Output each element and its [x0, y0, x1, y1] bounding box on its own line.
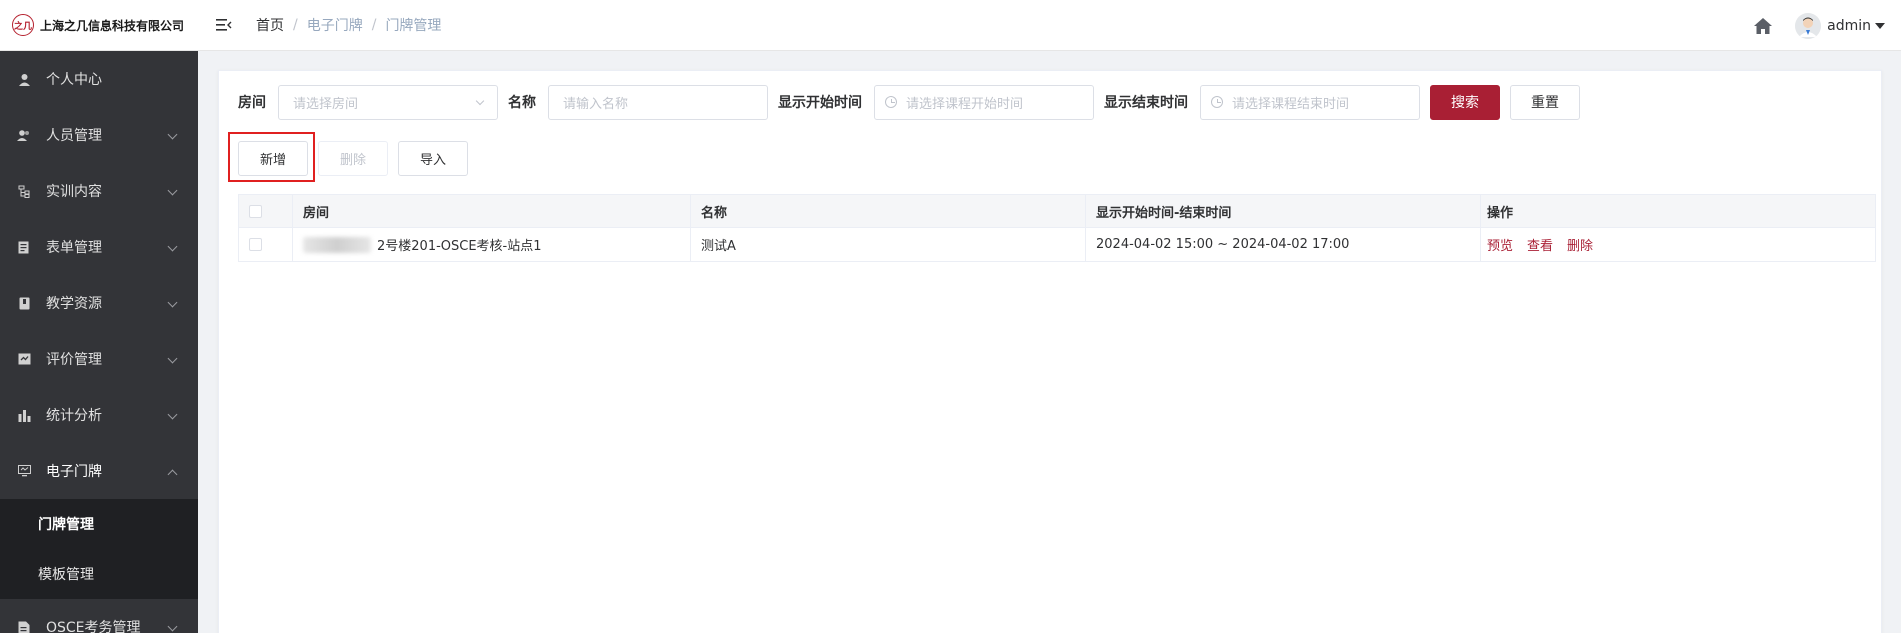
main-content: 房间 请选择房间 名称 请输入名称 显示开始时间 请选择课程开始时间 显示结束时…	[198, 51, 1901, 633]
breadcrumb-separator: /	[293, 17, 298, 33]
breadcrumb-separator: /	[371, 17, 377, 33]
chevron-down-icon	[167, 409, 178, 420]
start-time-placeholder: 请选择课程开始时间	[906, 96, 1024, 112]
reset-button[interactable]: 重置	[1510, 84, 1580, 120]
sidebar-subitem-template-management[interactable]: 模板管理	[0, 549, 198, 599]
top-header: 之几 上海之几信息科技有限公司 首页 / 电子门牌 / 门牌管理 admin	[0, 0, 1901, 51]
header-right: admin	[1751, 0, 1885, 51]
chevron-down-icon	[167, 129, 178, 140]
evaluation-icon	[16, 351, 32, 367]
preview-link[interactable]: 预览	[1487, 235, 1513, 254]
book-icon	[16, 295, 32, 311]
sidebar: 个人中心 人员管理 实训内容 表单管理 教学资源 评价管理 统计分析 电子门牌 …	[0, 51, 198, 633]
chevron-down-icon[interactable]	[1875, 22, 1885, 29]
sidebar-item-label: 教学资源	[46, 296, 102, 312]
sidebar-item-evaluation[interactable]: 评价管理	[0, 331, 198, 387]
sidebar-item-statistics[interactable]: 统计分析	[0, 387, 198, 443]
column-header-time: 显示开始时间-结束时间	[1086, 195, 1481, 227]
clock-icon	[1211, 96, 1223, 108]
sidebar-item-label: 评价管理	[46, 352, 102, 368]
bar-chart-icon	[16, 407, 32, 423]
chevron-down-icon	[167, 241, 178, 252]
user-icon	[16, 71, 32, 87]
breadcrumb-current: 门牌管理	[385, 18, 442, 34]
redacted-text	[303, 236, 371, 253]
search-button[interactable]: 搜索	[1430, 84, 1500, 120]
delete-button[interactable]: 删除	[318, 141, 388, 176]
breadcrumb: 首页 / 电子门牌 / 门牌管理	[256, 15, 441, 35]
chevron-down-icon	[167, 621, 178, 632]
cell-name: 测试A	[691, 228, 1086, 261]
action-toolbar: 新增 删除 导入	[238, 141, 478, 176]
users-icon	[16, 127, 32, 143]
import-button[interactable]: 导入	[398, 141, 468, 176]
search-form: 房间 请选择房间 名称 请输入名称 显示开始时间 请选择课程开始时间 显示结束时…	[238, 84, 1580, 120]
menu-toggle-icon[interactable]	[214, 15, 234, 35]
chevron-up-icon	[167, 469, 178, 480]
add-button[interactable]: 新增	[238, 141, 308, 176]
chevron-down-icon	[167, 185, 178, 196]
doorplate-table: 房间 名称 显示开始时间-结束时间 操作 2号楼201-OSCE考核-站点1 测…	[238, 194, 1876, 262]
chevron-down-icon	[475, 96, 485, 105]
start-time-picker[interactable]: 请选择课程开始时间	[874, 84, 1094, 120]
sidebar-item-label: 人员管理	[46, 128, 102, 144]
header-checkbox-cell	[239, 195, 293, 227]
sidebar-subitem-doorplate-management[interactable]: 门牌管理	[0, 499, 198, 549]
cell-operations: 预览 查看 删除	[1481, 228, 1875, 261]
sidebar-item-personal-center[interactable]: 个人中心	[0, 51, 198, 107]
cell-room: 2号楼201-OSCE考核-站点1	[293, 228, 691, 261]
document-icon	[16, 619, 32, 633]
sidebar-item-forms[interactable]: 表单管理	[0, 219, 198, 275]
start-time-label: 显示开始时间	[778, 95, 862, 111]
end-time-picker[interactable]: 请选择课程结束时间	[1200, 84, 1420, 120]
sidebar-item-resources[interactable]: 教学资源	[0, 275, 198, 331]
sidebar-item-training[interactable]: 实训内容	[0, 163, 198, 219]
company-name: 上海之几信息科技有限公司	[40, 18, 185, 33]
tree-icon	[16, 183, 32, 199]
table-header: 房间 名称 显示开始时间-结束时间 操作	[239, 195, 1875, 228]
sidebar-item-label: 个人中心	[46, 72, 102, 88]
name-input[interactable]: 请输入名称	[548, 84, 768, 120]
row-checkbox[interactable]	[249, 238, 262, 251]
delete-link[interactable]: 删除	[1567, 235, 1593, 254]
username[interactable]: admin	[1827, 18, 1871, 34]
column-header-name: 名称	[691, 195, 1086, 227]
row-checkbox-cell	[239, 228, 293, 261]
room-placeholder: 请选择房间	[293, 96, 359, 112]
select-all-checkbox[interactable]	[249, 204, 262, 218]
sidebar-item-label: 实训内容	[46, 184, 102, 200]
sidebar-item-osce[interactable]: OSCE考务管理	[0, 599, 198, 633]
end-time-placeholder: 请选择课程结束时间	[1232, 96, 1350, 112]
sidebar-item-personnel[interactable]: 人员管理	[0, 107, 198, 163]
sidebar-item-e-doorplate[interactable]: 电子门牌	[0, 443, 198, 499]
column-header-room: 房间	[293, 195, 691, 227]
end-time-label: 显示结束时间	[1104, 95, 1188, 111]
breadcrumb-section: 电子门牌	[306, 18, 363, 34]
brand[interactable]: 之几 上海之几信息科技有限公司	[0, 0, 198, 51]
breadcrumb-home[interactable]: 首页	[256, 15, 284, 35]
room-label: 房间	[238, 95, 266, 111]
column-header-operations: 操作	[1487, 205, 1514, 221]
chevron-down-icon	[167, 297, 178, 308]
room-value: 2号楼201-OSCE考核-站点1	[377, 239, 542, 254]
name-placeholder: 请输入名称	[563, 96, 629, 112]
form-icon	[16, 239, 32, 255]
sidebar-item-label: 统计分析	[46, 408, 102, 424]
view-link[interactable]: 查看	[1527, 235, 1553, 254]
sidebar-item-label: 表单管理	[46, 240, 102, 256]
submenu-e-doorplate: 门牌管理 模板管理	[0, 499, 198, 599]
monitor-icon	[16, 463, 32, 479]
company-logo: 之几	[12, 14, 34, 36]
room-select[interactable]: 请选择房间	[278, 84, 498, 120]
chevron-down-icon	[167, 353, 178, 364]
name-label: 名称	[508, 95, 536, 111]
table-row: 2号楼201-OSCE考核-站点1 测试A 2024-04-02 15:00 ~…	[239, 228, 1875, 261]
sidebar-item-label: 电子门牌	[46, 464, 102, 480]
cell-time: 2024-04-02 15:00 ~ 2024-04-02 17:00	[1086, 228, 1481, 261]
avatar[interactable]	[1795, 12, 1822, 39]
content-card: 房间 请选择房间 名称 请输入名称 显示开始时间 请选择课程开始时间 显示结束时…	[218, 70, 1882, 633]
clock-icon	[885, 96, 897, 108]
home-icon[interactable]	[1751, 14, 1775, 38]
sidebar-item-label: OSCE考务管理	[46, 620, 141, 633]
